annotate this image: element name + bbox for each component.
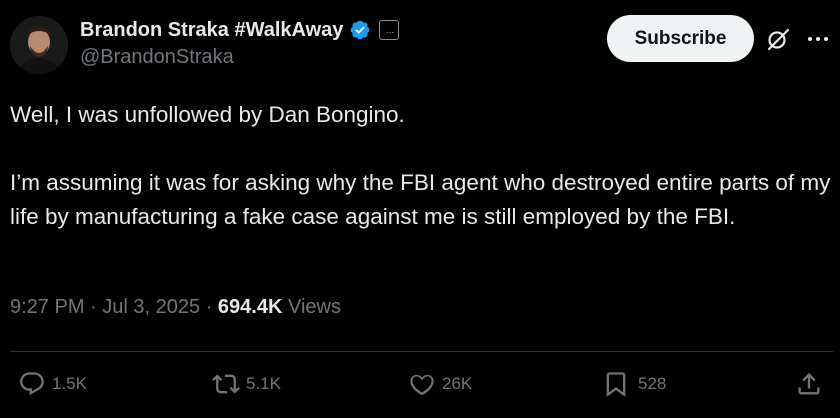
- like-button[interactable]: 26K: [408, 370, 472, 398]
- share-button[interactable]: [795, 370, 823, 398]
- meta-separator: ·: [90, 296, 103, 318]
- reply-count: 1.5K: [52, 374, 87, 393]
- tweet-paragraph: I’m assuming it was for asking why the F…: [10, 170, 831, 229]
- avatar[interactable]: [10, 16, 68, 74]
- tweet-date[interactable]: Jul 3, 2025: [102, 296, 200, 318]
- grok-icon[interactable]: [766, 26, 792, 52]
- share-icon: [798, 373, 820, 395]
- repost-count: 5.1K: [246, 374, 281, 393]
- tweet-text: Well, I was unfollowed by Dan Bongino. I…: [10, 98, 835, 234]
- like-icon: [410, 374, 434, 396]
- tweet-time[interactable]: 9:27 PM: [10, 296, 84, 318]
- divider: [10, 351, 833, 352]
- meta-separator: ·: [205, 296, 218, 318]
- subscribe-button[interactable]: Subscribe: [607, 15, 754, 62]
- more-icon[interactable]: [805, 26, 831, 52]
- label-badge-icon[interactable]: …: [379, 20, 400, 40]
- author-handle[interactable]: @BrandonStraka: [80, 46, 234, 69]
- reply-button[interactable]: 1.5K: [18, 370, 87, 398]
- verified-badge-icon[interactable]: [349, 19, 371, 41]
- author-name-row: Brandon Straka #WalkAway …: [80, 15, 400, 45]
- author-display-name[interactable]: Brandon Straka #WalkAway: [80, 19, 343, 42]
- repost-button[interactable]: 5.1K: [212, 370, 281, 398]
- avatar-image: [10, 16, 68, 74]
- tweet-meta: 9:27 PM · Jul 3, 2025 · 694.4K Views: [10, 296, 341, 319]
- views-label: Views: [287, 296, 341, 318]
- like-count: 26K: [442, 374, 473, 393]
- tweet-paragraph: Well, I was unfollowed by Dan Bongino.: [10, 102, 405, 127]
- bookmark-count: 528: [638, 374, 667, 393]
- reply-icon: [20, 372, 44, 396]
- views-count: 694.4K: [217, 296, 283, 318]
- bookmark-icon: [606, 372, 626, 397]
- bookmark-button[interactable]: 528: [602, 370, 666, 398]
- repost-icon: [212, 374, 240, 394]
